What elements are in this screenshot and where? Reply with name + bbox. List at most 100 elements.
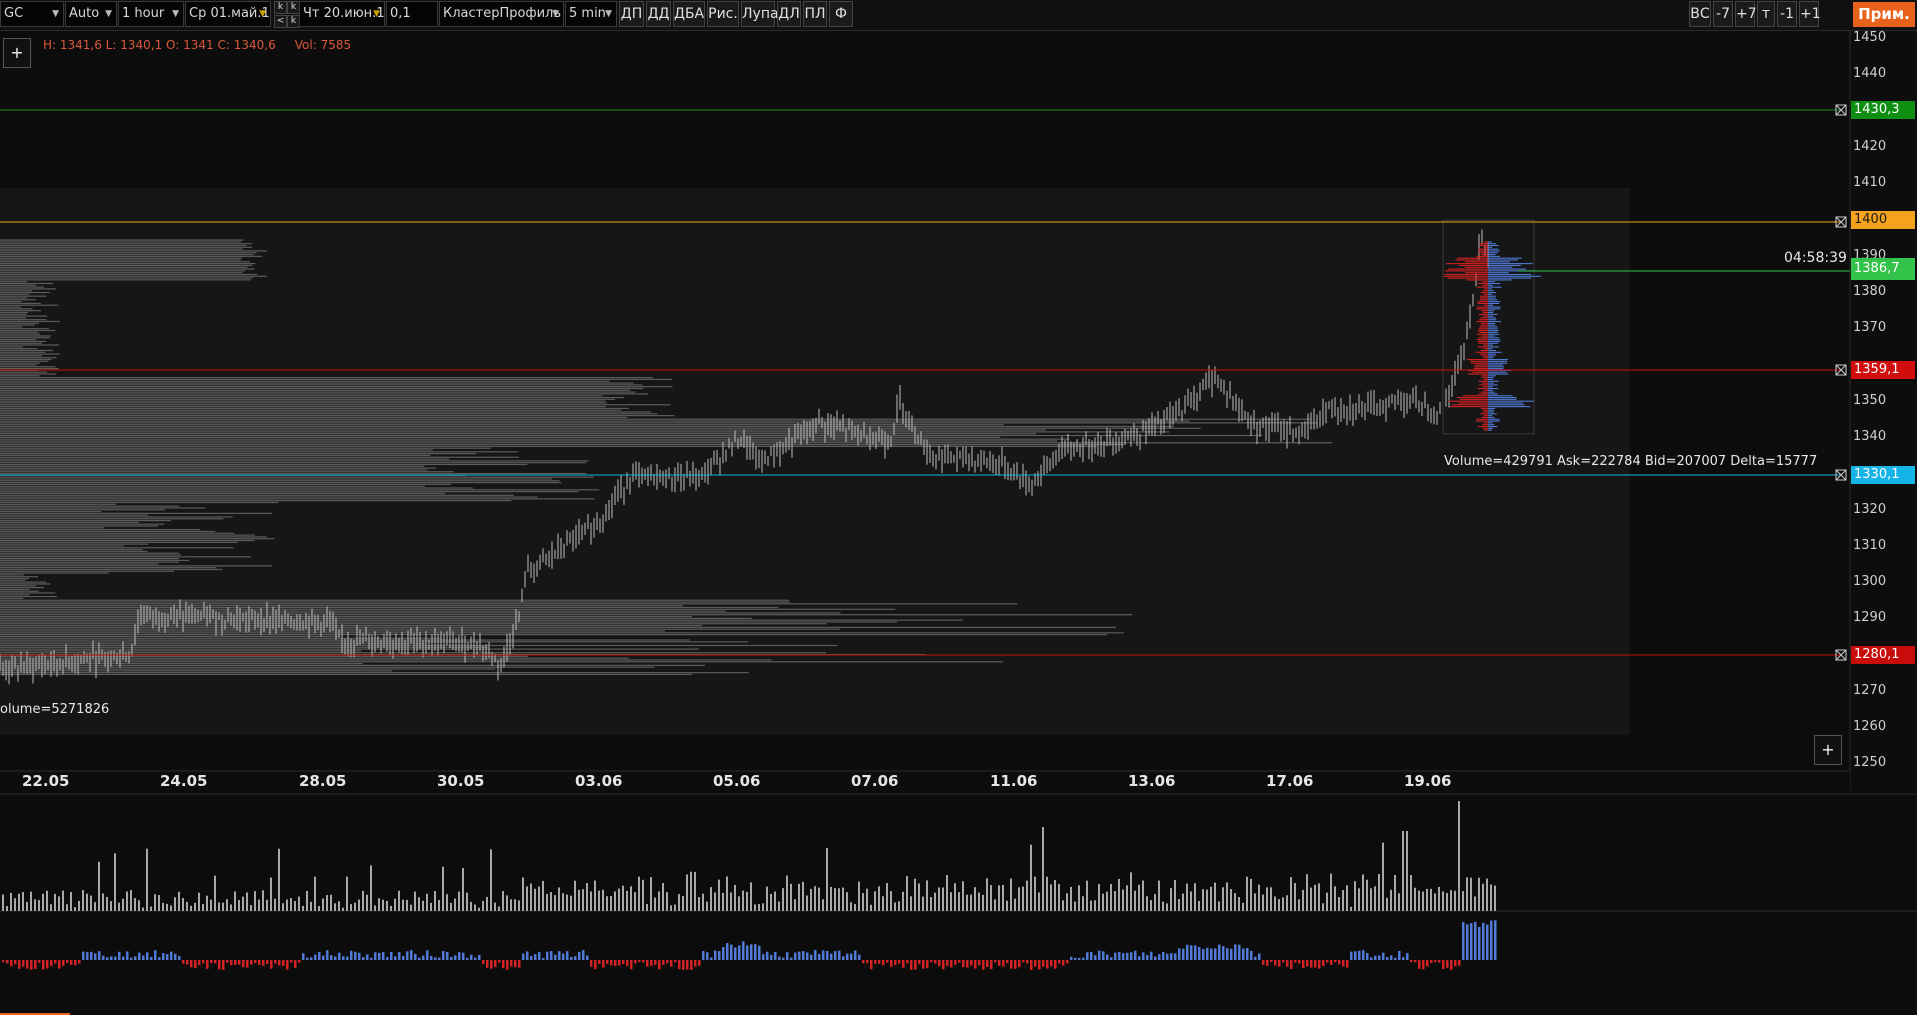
volume-bar bbox=[450, 902, 452, 911]
price-tag-1330[interactable]: 1330,1 bbox=[1851, 466, 1915, 484]
delta-bar-positive bbox=[346, 956, 349, 960]
volume-bar bbox=[850, 902, 852, 911]
delta-bar-positive bbox=[1390, 955, 1393, 960]
volume-bar bbox=[206, 895, 208, 911]
volume-bar bbox=[750, 882, 752, 911]
delta-bar-positive bbox=[1182, 948, 1185, 960]
apply-button[interactable]: Прим. bbox=[1853, 2, 1915, 27]
volume-bar bbox=[762, 903, 764, 911]
delta-bar-positive bbox=[470, 954, 473, 960]
cluster-bid-bar bbox=[1482, 290, 1488, 292]
volume-bar bbox=[550, 892, 552, 911]
delta-bar-positive bbox=[1186, 944, 1189, 960]
date-from-picker[interactable]: Ср 01.май.19 ▼ bbox=[185, 1, 271, 27]
symbol-select[interactable]: GC ▼ bbox=[0, 1, 64, 27]
delta-bar-positive bbox=[1242, 948, 1245, 960]
delta-bar-negative bbox=[974, 960, 977, 969]
vs-button[interactable]: ВС bbox=[1689, 1, 1711, 27]
price-tag-1280[interactable]: 1280,1 bbox=[1851, 646, 1915, 664]
delta-bar-positive bbox=[714, 950, 717, 960]
template-select[interactable]: КластерПрофиль ▼ bbox=[439, 1, 564, 27]
cluster-ask-bar bbox=[1488, 282, 1501, 285]
delta-bar-negative bbox=[1050, 960, 1053, 967]
add-pane-button[interactable]: + bbox=[1814, 735, 1842, 765]
date-to-picker[interactable]: Чт 20.июн.19 ▼ bbox=[299, 1, 385, 27]
volume-bar bbox=[950, 892, 952, 911]
delta-bar-positive bbox=[466, 957, 469, 960]
cluster-ask-bar bbox=[1488, 264, 1521, 266]
minus1-button[interactable]: -1 bbox=[1777, 1, 1797, 27]
pl-button[interactable]: ПЛ bbox=[803, 1, 827, 27]
cluster-bid-bar bbox=[1443, 275, 1488, 277]
dba-button[interactable]: ДБА bbox=[673, 1, 705, 27]
price-tag-1400[interactable]: 1400 bbox=[1851, 211, 1915, 229]
volume-readout: Vol: 7585 bbox=[294, 38, 352, 52]
delta-bar-negative bbox=[1414, 960, 1417, 963]
delta-bar-negative bbox=[202, 960, 205, 964]
filter-button[interactable]: Ф bbox=[829, 1, 853, 27]
delta-bar-negative bbox=[1442, 960, 1445, 970]
volume-bar bbox=[766, 886, 768, 911]
dl-button[interactable]: ДЛ bbox=[777, 1, 801, 27]
price-tag-1430[interactable]: 1430,3 bbox=[1851, 101, 1915, 119]
delta-bar-negative bbox=[258, 960, 261, 966]
cluster-ask-bar bbox=[1488, 404, 1525, 406]
volume-bar bbox=[1338, 897, 1340, 911]
volume-bar bbox=[1254, 893, 1256, 911]
volume-bar bbox=[46, 890, 48, 911]
cluster-ask-bar bbox=[1488, 333, 1500, 335]
delta-bar-negative bbox=[926, 960, 929, 969]
dp-button[interactable]: ДП bbox=[619, 1, 644, 27]
chart-canvas[interactable] bbox=[0, 31, 1917, 1015]
add-indicator-button[interactable]: + bbox=[3, 38, 31, 68]
cluster-period-select[interactable]: 5 min ▼ bbox=[565, 1, 617, 27]
volume-bar bbox=[1122, 889, 1124, 911]
cluster-ask-bar bbox=[1488, 342, 1499, 344]
nav-first-button[interactable]: k bbox=[274, 1, 287, 14]
volume-bar bbox=[282, 903, 284, 911]
scale-mode-select[interactable]: Auto ▼ bbox=[65, 1, 117, 27]
delta-bar-negative bbox=[274, 960, 277, 964]
delta-bar-positive bbox=[850, 953, 853, 960]
delta-bar-negative bbox=[958, 960, 961, 963]
volume-bar bbox=[114, 853, 116, 911]
price-tag-1359[interactable]: 1359,1 bbox=[1851, 361, 1915, 379]
timeframe-select[interactable]: 1 hour ▼ bbox=[118, 1, 184, 27]
dd-button[interactable]: ДД bbox=[646, 1, 671, 27]
delta-bar-positive bbox=[1166, 953, 1169, 960]
delta-bar-positive bbox=[118, 951, 121, 960]
volume-bar bbox=[262, 890, 264, 911]
delta-bar-positive bbox=[426, 950, 429, 960]
nav-prev-button[interactable]: < bbox=[274, 15, 287, 28]
cluster-bid-bar bbox=[1457, 257, 1488, 259]
dropdown-arrow-icon: ▼ bbox=[105, 9, 112, 19]
volume-bar bbox=[754, 904, 756, 911]
volume-bar bbox=[1322, 903, 1324, 911]
volume-bar bbox=[1326, 892, 1328, 911]
volume-bar bbox=[714, 892, 716, 911]
volume-bar bbox=[906, 876, 908, 911]
cluster-ask-bar bbox=[1488, 244, 1499, 247]
step-input[interactable]: 0,1 bbox=[386, 1, 438, 27]
draw-button[interactable]: Рис. bbox=[707, 1, 739, 27]
volume-bar bbox=[1282, 897, 1284, 911]
plus7-button[interactable]: +7 bbox=[1735, 1, 1757, 27]
delta-bar-positive bbox=[318, 951, 321, 960]
volume-bar bbox=[862, 893, 864, 911]
t-button[interactable]: т bbox=[1757, 1, 1775, 27]
magnifier-button[interactable]: Лупа bbox=[741, 1, 779, 27]
volume-bar bbox=[914, 878, 916, 911]
profile-bar bbox=[0, 628, 840, 630]
profile-bar bbox=[0, 581, 47, 583]
plus1-button[interactable]: +1 bbox=[1799, 1, 1821, 27]
volume-bar bbox=[294, 901, 296, 911]
profile-bar bbox=[0, 340, 47, 343]
delta-bar-positive bbox=[1110, 957, 1113, 960]
delta-bar-negative bbox=[914, 960, 917, 970]
volume-bar bbox=[666, 892, 668, 911]
cluster-ask-bar bbox=[1488, 252, 1498, 254]
delta-bar-positive bbox=[726, 943, 729, 960]
profile-bar bbox=[0, 527, 105, 529]
delta-bar-negative bbox=[242, 960, 245, 968]
minus7-button[interactable]: -7 bbox=[1713, 1, 1733, 27]
